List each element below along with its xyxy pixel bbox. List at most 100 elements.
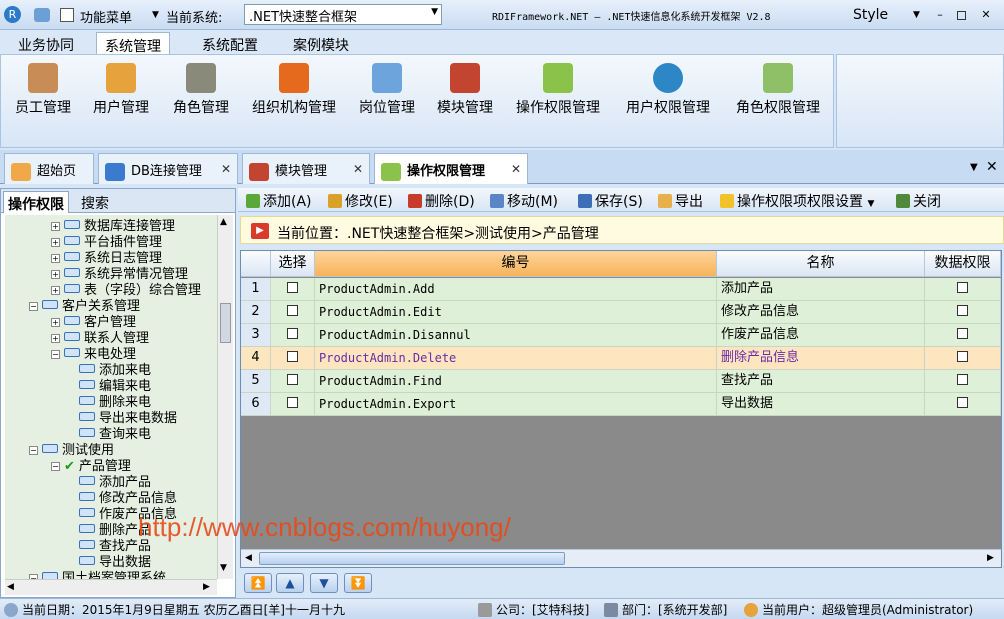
row-data-permission-checkbox[interactable]: [925, 393, 1001, 416]
collapse-icon[interactable]: −: [29, 446, 38, 455]
tree-node[interactable]: + 系统异常情况管理: [51, 267, 188, 283]
edit-button[interactable]: 修改(E): [328, 191, 393, 210]
close-button[interactable]: 关闭: [896, 191, 941, 210]
tree-node[interactable]: 导出来电数据: [79, 411, 177, 427]
move-up-icon[interactable]: ▲: [276, 573, 304, 593]
checkbox-icon[interactable]: [957, 305, 968, 316]
checkbox-icon[interactable]: [287, 351, 298, 362]
tree-node[interactable]: 编辑来电: [79, 379, 151, 395]
ribbon-post-button[interactable]: 岗位管理: [355, 55, 419, 125]
tab-system-config[interactable]: 系统配置: [194, 32, 266, 54]
row-data-permission-checkbox[interactable]: [925, 278, 1001, 301]
dropdown-arrow-icon[interactable]: ▼: [152, 10, 159, 20]
system-select[interactable]: .NET快速整合框架 ▼: [244, 4, 442, 25]
tree-node[interactable]: 添加来电: [79, 363, 151, 379]
checkbox-icon[interactable]: [957, 351, 968, 362]
doctab-home[interactable]: 超始页: [4, 153, 94, 184]
expand-icon[interactable]: +: [51, 254, 60, 263]
ribbon-module-button[interactable]: 模块管理: [433, 55, 497, 125]
ribbon-org-button[interactable]: 组织机构管理: [247, 55, 341, 125]
checkbox-icon[interactable]: [957, 328, 968, 339]
tab-operation-permission[interactable]: 操作权限: [3, 191, 69, 213]
tree-node[interactable]: − 来电处理: [51, 347, 136, 363]
column-header-data-permission[interactable]: 数据权限: [925, 251, 1001, 277]
tree-node[interactable]: 查询来电: [79, 427, 151, 443]
row-data-permission-checkbox[interactable]: [925, 347, 1001, 370]
move-button[interactable]: 移动(M): [490, 191, 558, 210]
tree-node[interactable]: + 联系人管理: [51, 331, 149, 347]
tree-node[interactable]: + 客户管理: [51, 315, 136, 331]
checkbox-icon[interactable]: [957, 374, 968, 385]
checkbox-icon[interactable]: [287, 397, 298, 408]
collapse-icon[interactable]: −: [51, 462, 60, 471]
expand-icon[interactable]: +: [51, 318, 60, 327]
tree-node[interactable]: + 数据库连接管理: [51, 219, 175, 235]
column-header-name[interactable]: 名称: [717, 251, 925, 277]
ribbon-role-button[interactable]: 角色管理: [169, 55, 233, 125]
tab-case-module[interactable]: 案例模块: [285, 32, 357, 54]
move-down-icon[interactable]: ▼: [310, 573, 338, 593]
row-select-checkbox[interactable]: [271, 370, 315, 393]
move-first-icon[interactable]: ⏫: [244, 573, 272, 593]
ribbon-user-permission-button[interactable]: 用户权限管理: [621, 55, 715, 125]
tree-node[interactable]: − 测试使用: [29, 443, 114, 459]
ribbon-role-permission-button[interactable]: 角色权限管理: [731, 55, 825, 125]
scroll-thumb[interactable]: [259, 552, 565, 565]
tree-node[interactable]: 添加产品: [79, 475, 151, 491]
close-tab-icon[interactable]: ✕: [221, 162, 231, 176]
table-row[interactable]: 6 ProductAdmin.Export 导出数据: [241, 393, 1001, 416]
tree-node[interactable]: − ✔ 产品管理: [51, 459, 131, 475]
permission-setting-button[interactable]: 操作权限项权限设置 ▼: [720, 191, 874, 210]
tab-business[interactable]: 业务协同: [10, 32, 82, 54]
scroll-left-icon[interactable]: ◀: [245, 553, 252, 563]
scroll-right-icon[interactable]: ▶: [987, 553, 994, 563]
tree-node[interactable]: + 表（字段）综合管理: [51, 283, 201, 299]
grid-corner[interactable]: [241, 251, 271, 277]
scroll-thumb[interactable]: [220, 303, 231, 343]
style-menu[interactable]: Style: [853, 7, 888, 23]
tree-node[interactable]: + 平台插件管理: [51, 235, 162, 251]
collapse-icon[interactable]: −: [51, 350, 60, 359]
doctab-operation-permission[interactable]: 操作权限管理 ✕: [374, 153, 528, 184]
close-tab-icon[interactable]: ✕: [511, 162, 521, 176]
collapse-icon[interactable]: −: [29, 302, 38, 311]
column-header-select[interactable]: 选择: [271, 251, 315, 277]
tree-node[interactable]: 修改产品信息: [79, 491, 177, 507]
grid-horizontal-scrollbar[interactable]: ◀ ▶: [241, 549, 1001, 567]
tree-node[interactable]: + 系统日志管理: [51, 251, 162, 267]
column-header-code[interactable]: 编号: [315, 251, 717, 277]
row-select-checkbox[interactable]: [271, 393, 315, 416]
expand-icon[interactable]: +: [51, 286, 60, 295]
row-data-permission-checkbox[interactable]: [925, 370, 1001, 393]
expand-icon[interactable]: +: [51, 238, 60, 247]
restore-icon[interactable]: [957, 11, 966, 20]
menu-icon[interactable]: [60, 8, 74, 22]
row-select-checkbox[interactable]: [271, 301, 315, 324]
delete-button[interactable]: 删除(D): [408, 191, 475, 210]
style-dropdown-icon[interactable]: ▼: [913, 10, 920, 20]
checkbox-icon[interactable]: [287, 328, 298, 339]
doctab-db-connection[interactable]: DB连接管理 ✕: [98, 153, 238, 184]
checkbox-icon[interactable]: [287, 374, 298, 385]
expand-icon[interactable]: +: [51, 222, 60, 231]
row-select-checkbox[interactable]: [271, 347, 315, 370]
scroll-down-icon[interactable]: ▼: [220, 563, 227, 573]
table-row[interactable]: 5 ProductAdmin.Find 查找产品: [241, 370, 1001, 393]
minimize-icon[interactable]: –: [934, 9, 946, 21]
tree-node[interactable]: 导出数据: [79, 555, 151, 571]
move-last-icon[interactable]: ⏬: [344, 573, 372, 593]
checkbox-icon[interactable]: [287, 282, 298, 293]
checkbox-icon[interactable]: [287, 305, 298, 316]
tree-node[interactable]: 删除来电: [79, 395, 151, 411]
scroll-up-icon[interactable]: ▲: [220, 217, 227, 227]
row-select-checkbox[interactable]: [271, 324, 315, 347]
users-icon[interactable]: [34, 8, 50, 22]
row-select-checkbox[interactable]: [271, 278, 315, 301]
tree-horizontal-scrollbar[interactable]: ◀ ▶: [5, 579, 217, 595]
save-button[interactable]: 保存(S): [578, 191, 643, 210]
checkbox-icon[interactable]: [957, 397, 968, 408]
expand-icon[interactable]: +: [51, 334, 60, 343]
add-button[interactable]: 添加(A): [246, 191, 312, 210]
table-row[interactable]: 1 ProductAdmin.Add 添加产品: [241, 278, 1001, 301]
ribbon-user-button[interactable]: 用户管理: [89, 55, 153, 125]
